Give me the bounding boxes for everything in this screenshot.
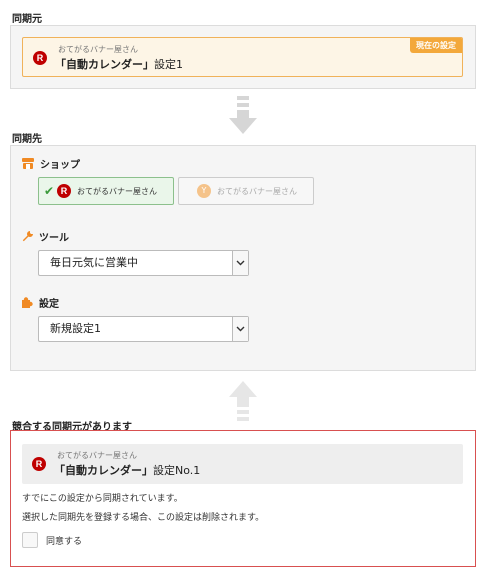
source-shop-name: おてがるバナー屋さん (58, 45, 138, 54)
conflict-setting-number: 設定No.1 (153, 464, 201, 477)
rakuten-logo-icon: R (33, 51, 47, 65)
store-icon (22, 158, 34, 169)
conflict-shop-name: おてがるバナー屋さん (57, 451, 137, 460)
shop-option-selected[interactable]: ✔ R おてがるバナー屋さん (38, 177, 174, 205)
source-section-title: 同期元 (12, 14, 42, 25)
conflict-setting-title: 「自動カレンダー」 (54, 464, 153, 477)
shop-option-label: おてがるバナー屋さん (217, 186, 297, 196)
conflict-message-line1: すでにこの設定から同期されています。 (22, 494, 183, 504)
conflict-message-line2: 選択した同期先を登録する場合、この設定は削除されます。 (22, 513, 265, 523)
shop-label-text: ショップ (40, 160, 80, 171)
tool-select[interactable]: 毎日元気に営業中 (38, 250, 249, 276)
agree-label: 同意する (46, 536, 83, 547)
setting-select[interactable]: 新規設定1 (38, 316, 249, 342)
source-setting-name: 「自動カレンダー」設定1 (55, 56, 183, 72)
rakuten-logo-icon: R (32, 457, 46, 471)
tool-label-text: ツール (39, 233, 69, 244)
rakuten-logo-icon: R (57, 184, 71, 198)
arrow-down-icon (229, 96, 257, 134)
checkmark-icon: ✔ (44, 184, 55, 198)
agree-checkbox[interactable] (22, 532, 38, 548)
destination-section-title: 同期先 (12, 134, 42, 145)
chevron-down-icon (232, 317, 248, 341)
wrench-icon (22, 231, 33, 242)
tool-select-value: 毎日元気に営業中 (50, 256, 138, 269)
setting-field-label: 設定 (22, 295, 59, 310)
puzzle-icon (22, 297, 33, 308)
shop-option-other[interactable]: Y おてがるバナー屋さん (178, 177, 314, 205)
shop-field-label: ショップ (22, 156, 80, 171)
setting-label-text: 設定 (39, 299, 59, 310)
tool-field-label: ツール (22, 229, 69, 244)
source-setting-number: 設定1 (154, 58, 183, 71)
current-setting-badge: 現在の設定 (410, 38, 462, 53)
source-setting-card: 現在の設定 R おてがるバナー屋さん 「自動カレンダー」設定1 (22, 37, 463, 77)
conflict-setting-card: R おてがるバナー屋さん 「自動カレンダー」設定No.1 (22, 444, 463, 484)
chevron-down-icon (232, 251, 248, 275)
shop-option-label: おてがるバナー屋さん (77, 186, 157, 196)
arrow-up-icon (229, 381, 257, 421)
yahoo-shop-icon: Y (197, 184, 211, 198)
conflict-setting-name: 「自動カレンダー」設定No.1 (54, 462, 200, 478)
source-setting-title: 「自動カレンダー」 (55, 58, 154, 71)
agree-checkbox-row[interactable]: 同意する (22, 532, 82, 548)
setting-select-value: 新規設定1 (50, 322, 101, 335)
conflict-panel: R おてがるバナー屋さん 「自動カレンダー」設定No.1 すでにこの設定から同期… (10, 430, 476, 567)
